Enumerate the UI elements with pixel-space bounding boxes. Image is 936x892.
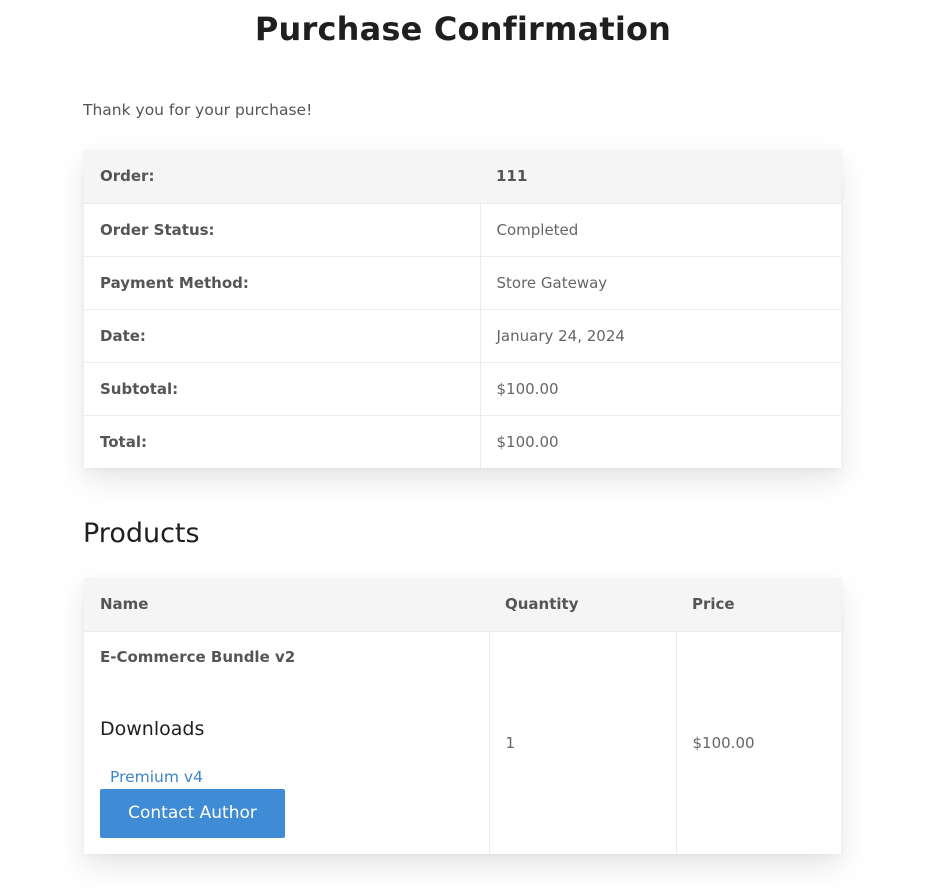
subtotal-label: Subtotal: — [84, 361, 481, 415]
products-header-row: Name Quantity Price — [84, 578, 841, 631]
order-row: Order: 111 — [84, 150, 841, 203]
date-row: Date: January 24, 2024 — [84, 308, 841, 362]
payment-method-value: Store Gateway — [480, 255, 841, 309]
thank-you-message: Thank you for your purchase! — [83, 101, 313, 119]
order-row-label: Order: — [100, 167, 155, 186]
product-quantity: 1 — [489, 630, 677, 854]
date-value: January 24, 2024 — [480, 308, 841, 362]
downloads-heading: Downloads — [100, 717, 205, 740]
order-status-label: Order Status: — [84, 202, 481, 256]
product-name-cell: E-Commerce Bundle v2 Downloads Premium v… — [84, 630, 490, 854]
price-column-header: Price — [692, 595, 735, 614]
download-link[interactable]: Premium v4 — [110, 768, 203, 786]
product-name: E-Commerce Bundle v2 — [100, 647, 296, 666]
product-price: $100.00 — [676, 630, 841, 854]
order-number: 111 — [496, 167, 528, 186]
name-column-header: Name — [100, 595, 149, 614]
products-table: Name Quantity Price E-Commerce Bundle v2… — [84, 578, 841, 854]
payment-method-row: Payment Method: Store Gateway — [84, 255, 841, 309]
products-heading: Products — [83, 518, 200, 549]
contact-author-button[interactable]: Contact Author — [100, 788, 285, 838]
subtotal-row: Subtotal: $100.00 — [84, 361, 841, 415]
subtotal-value: $100.00 — [480, 361, 841, 415]
payment-method-label: Payment Method: — [84, 255, 481, 309]
date-label: Date: — [84, 308, 481, 362]
total-row: Total: $100.00 — [84, 414, 841, 468]
quantity-column-header: Quantity — [505, 595, 579, 614]
total-label: Total: — [84, 414, 481, 468]
order-status-value: Completed — [480, 202, 841, 256]
page-title: Purchase Confirmation — [254, 10, 672, 48]
order-status-row: Order Status: Completed — [84, 202, 841, 256]
total-value: $100.00 — [480, 414, 841, 468]
product-row: E-Commerce Bundle v2 Downloads Premium v… — [84, 630, 841, 854]
order-details-table: Order: 111 Order Status: Completed Payme… — [84, 150, 841, 468]
